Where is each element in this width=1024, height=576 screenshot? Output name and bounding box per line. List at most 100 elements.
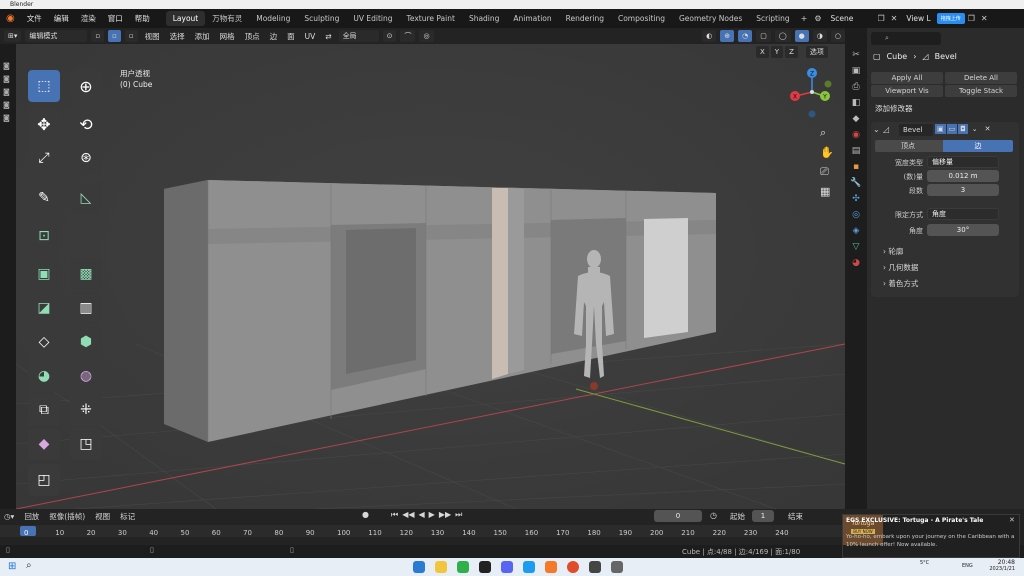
tab-compositing[interactable]: Compositing [611, 11, 672, 26]
smooth-tool[interactable]: ◍ [70, 360, 102, 392]
menu-window[interactable]: 窗口 [102, 13, 129, 24]
tab-texture-paint[interactable]: Texture Paint [400, 11, 462, 26]
weather-widget[interactable]: 5°C [920, 560, 929, 566]
pan-hand-icon[interactable]: ✋ [820, 146, 834, 159]
mirror-x-button[interactable]: X [756, 46, 769, 58]
jump-end-icon[interactable]: ⏭ [455, 510, 462, 520]
tab-sculpting[interactable]: Sculpting [297, 11, 346, 26]
shading-wireframe-icon[interactable]: ◯ [774, 30, 791, 42]
apply-all-button[interactable]: Apply All [871, 72, 943, 84]
collection-tab-icon[interactable]: ▤ [852, 146, 861, 156]
header-menu-add[interactable]: 添加 [192, 31, 213, 42]
app-gray2-icon[interactable] [611, 561, 623, 573]
viewport-vis-button[interactable]: Viewport Vis [871, 85, 943, 97]
tool-tab-icon[interactable]: ✂ [852, 50, 860, 60]
angle-field[interactable]: 30° [927, 224, 999, 236]
tab-geometry-nodes[interactable]: Geometry Nodes [672, 11, 749, 26]
timeline-menu-playback[interactable]: 回放 [24, 511, 39, 522]
segments-field[interactable]: 3 [927, 184, 999, 196]
world-tab-icon[interactable]: ◉ [852, 130, 860, 140]
task-view-icon[interactable] [413, 561, 425, 573]
shear-tool[interactable]: ◆ [28, 428, 60, 460]
discord-icon[interactable] [501, 561, 513, 573]
timeline-menu-marker[interactable]: 标记 [120, 511, 135, 522]
transform-tool[interactable]: ⊛ [70, 142, 102, 174]
notification-toast[interactable]: Tortuga BUY NOW EGS EXCLUSIVE: Tortuga -… [842, 514, 1020, 558]
app-green-icon[interactable] [457, 561, 469, 573]
header-menu-edge[interactable]: 边 [267, 31, 281, 42]
camera-view-icon[interactable]: ⎚ [820, 165, 834, 179]
editor-type-icon[interactable]: ⊞▾ [4, 30, 22, 42]
scene-tab-icon[interactable]: ◆ [853, 114, 860, 124]
shading-rendered-icon[interactable]: ○ [830, 30, 845, 42]
proportional-edit-icon[interactable]: ◎ [419, 30, 434, 42]
render-tab-icon[interactable]: ▣ [852, 66, 861, 76]
toggle-stack-button[interactable]: Toggle Stack [945, 85, 1017, 97]
chrome-icon[interactable] [567, 561, 579, 573]
timeline-menu-keying[interactable]: 抠像(插帧) [49, 511, 85, 522]
header-menu-face[interactable]: 面 [284, 31, 298, 42]
transform-orientation-select[interactable]: 全局 [338, 30, 379, 42]
overlay-toggle-icon[interactable]: ◔ [738, 30, 753, 42]
new-scene-icon[interactable]: ❐ [874, 14, 887, 23]
menu-help[interactable]: 帮助 [129, 13, 156, 24]
material-tab-icon[interactable]: ◕ [852, 258, 860, 268]
output-tab-icon[interactable]: ⎙ [852, 82, 859, 92]
particles-tab-icon[interactable]: ✣ [852, 194, 860, 204]
delete-all-button[interactable]: Delete All [945, 72, 1017, 84]
view-layer-selector[interactable]: View L [900, 14, 936, 23]
spin-tool[interactable]: ◕ [28, 360, 60, 392]
view-layer-new-icon[interactable]: ❐ [965, 14, 978, 23]
vertex-select-mode-icon[interactable]: ▫ [91, 30, 105, 42]
header-menu-select[interactable]: 选择 [167, 31, 188, 42]
data-tab-icon[interactable]: ▽ [853, 242, 860, 252]
file-explorer-icon[interactable] [435, 561, 447, 573]
tab-modeling[interactable]: Modeling [249, 11, 297, 26]
mode-select[interactable]: 编辑模式 [25, 30, 88, 42]
section-geometry[interactable]: › 几何数据 [883, 262, 918, 273]
section-profile[interactable]: › 轮廓 [883, 246, 903, 257]
3d-viewport[interactable]: ⬚ ⊕ ✥ ⟲ ⤢ ⊛ ✎ ◺ ⊡ ▣ ▩ ◪ ▥ ◇ ⬢ ◕ ◍ ⧉ ⁜ ◆ … [16, 44, 845, 509]
header-menu-uv[interactable]: UV [302, 32, 319, 41]
play-icon[interactable]: ▶ [429, 510, 435, 520]
app-dark-icon[interactable] [479, 561, 491, 573]
record-icon[interactable]: ● [362, 510, 369, 520]
play-reverse-icon[interactable]: ◀ [419, 510, 425, 520]
options-button[interactable]: 选项 [805, 46, 828, 58]
tab-animation[interactable]: Animation [506, 11, 558, 26]
inset-tool[interactable]: ▩ [70, 258, 102, 290]
object-tab-icon[interactable]: ▪ [853, 162, 859, 172]
xray-toggle-icon[interactable]: ▢ [756, 30, 771, 42]
properties-search[interactable]: ⌕ [871, 32, 941, 45]
view-layer-tab-icon[interactable]: ◧ [852, 98, 861, 108]
menu-render[interactable]: 渲染 [75, 13, 102, 24]
next-keyframe-icon[interactable]: ▶▶ [439, 510, 451, 520]
input-language[interactable]: ENG [962, 563, 973, 569]
modifier-close-icon[interactable]: ✕ [982, 124, 994, 134]
shading-material-icon[interactable]: ◑ [812, 30, 827, 42]
tab-scripting[interactable]: Scripting [749, 11, 796, 26]
mirror-z-button[interactable]: Z [785, 46, 798, 58]
scene-selector[interactable]: Scene [824, 14, 874, 23]
render-toggle-icon[interactable]: ◘ [958, 124, 968, 134]
gizmo-toggle-icon[interactable]: ⊕ [720, 30, 735, 42]
clock[interactable]: 20:48 2023/1/21 [985, 559, 1015, 572]
view-layer-close-icon[interactable]: ✕ [978, 14, 991, 23]
snap-icon[interactable]: ⌒ [400, 30, 416, 42]
tab-uv-editing[interactable]: UV Editing [346, 11, 399, 26]
modifier-menu-chevron-icon[interactable]: ⌄ [969, 124, 981, 134]
width-type-select[interactable]: 偏移量 [927, 156, 999, 168]
timeline-editor-type-icon[interactable]: ◷▾ [4, 512, 14, 521]
menu-edit[interactable]: 编辑 [48, 13, 75, 24]
section-shading[interactable]: › 着色方式 [883, 278, 918, 289]
mirror-y-button[interactable]: Y [770, 46, 784, 58]
edge-select-mode-icon[interactable]: ▫ [108, 30, 121, 42]
affect-edges-tab[interactable]: 边 [943, 140, 1013, 152]
ortho-grid-icon[interactable]: ▦ [820, 185, 834, 198]
add-modifier-button[interactable]: 添加修改器 [871, 102, 1019, 115]
navigation-gizmo[interactable]: Z X Y [786, 66, 838, 122]
shrink-fatten-tool[interactable]: ⁜ [70, 394, 102, 426]
edge-slide-tool[interactable]: ⧉ [28, 394, 60, 426]
timeline-menu-view[interactable]: 视图 [95, 511, 110, 522]
amount-field[interactable]: 0.012 m [927, 170, 999, 182]
